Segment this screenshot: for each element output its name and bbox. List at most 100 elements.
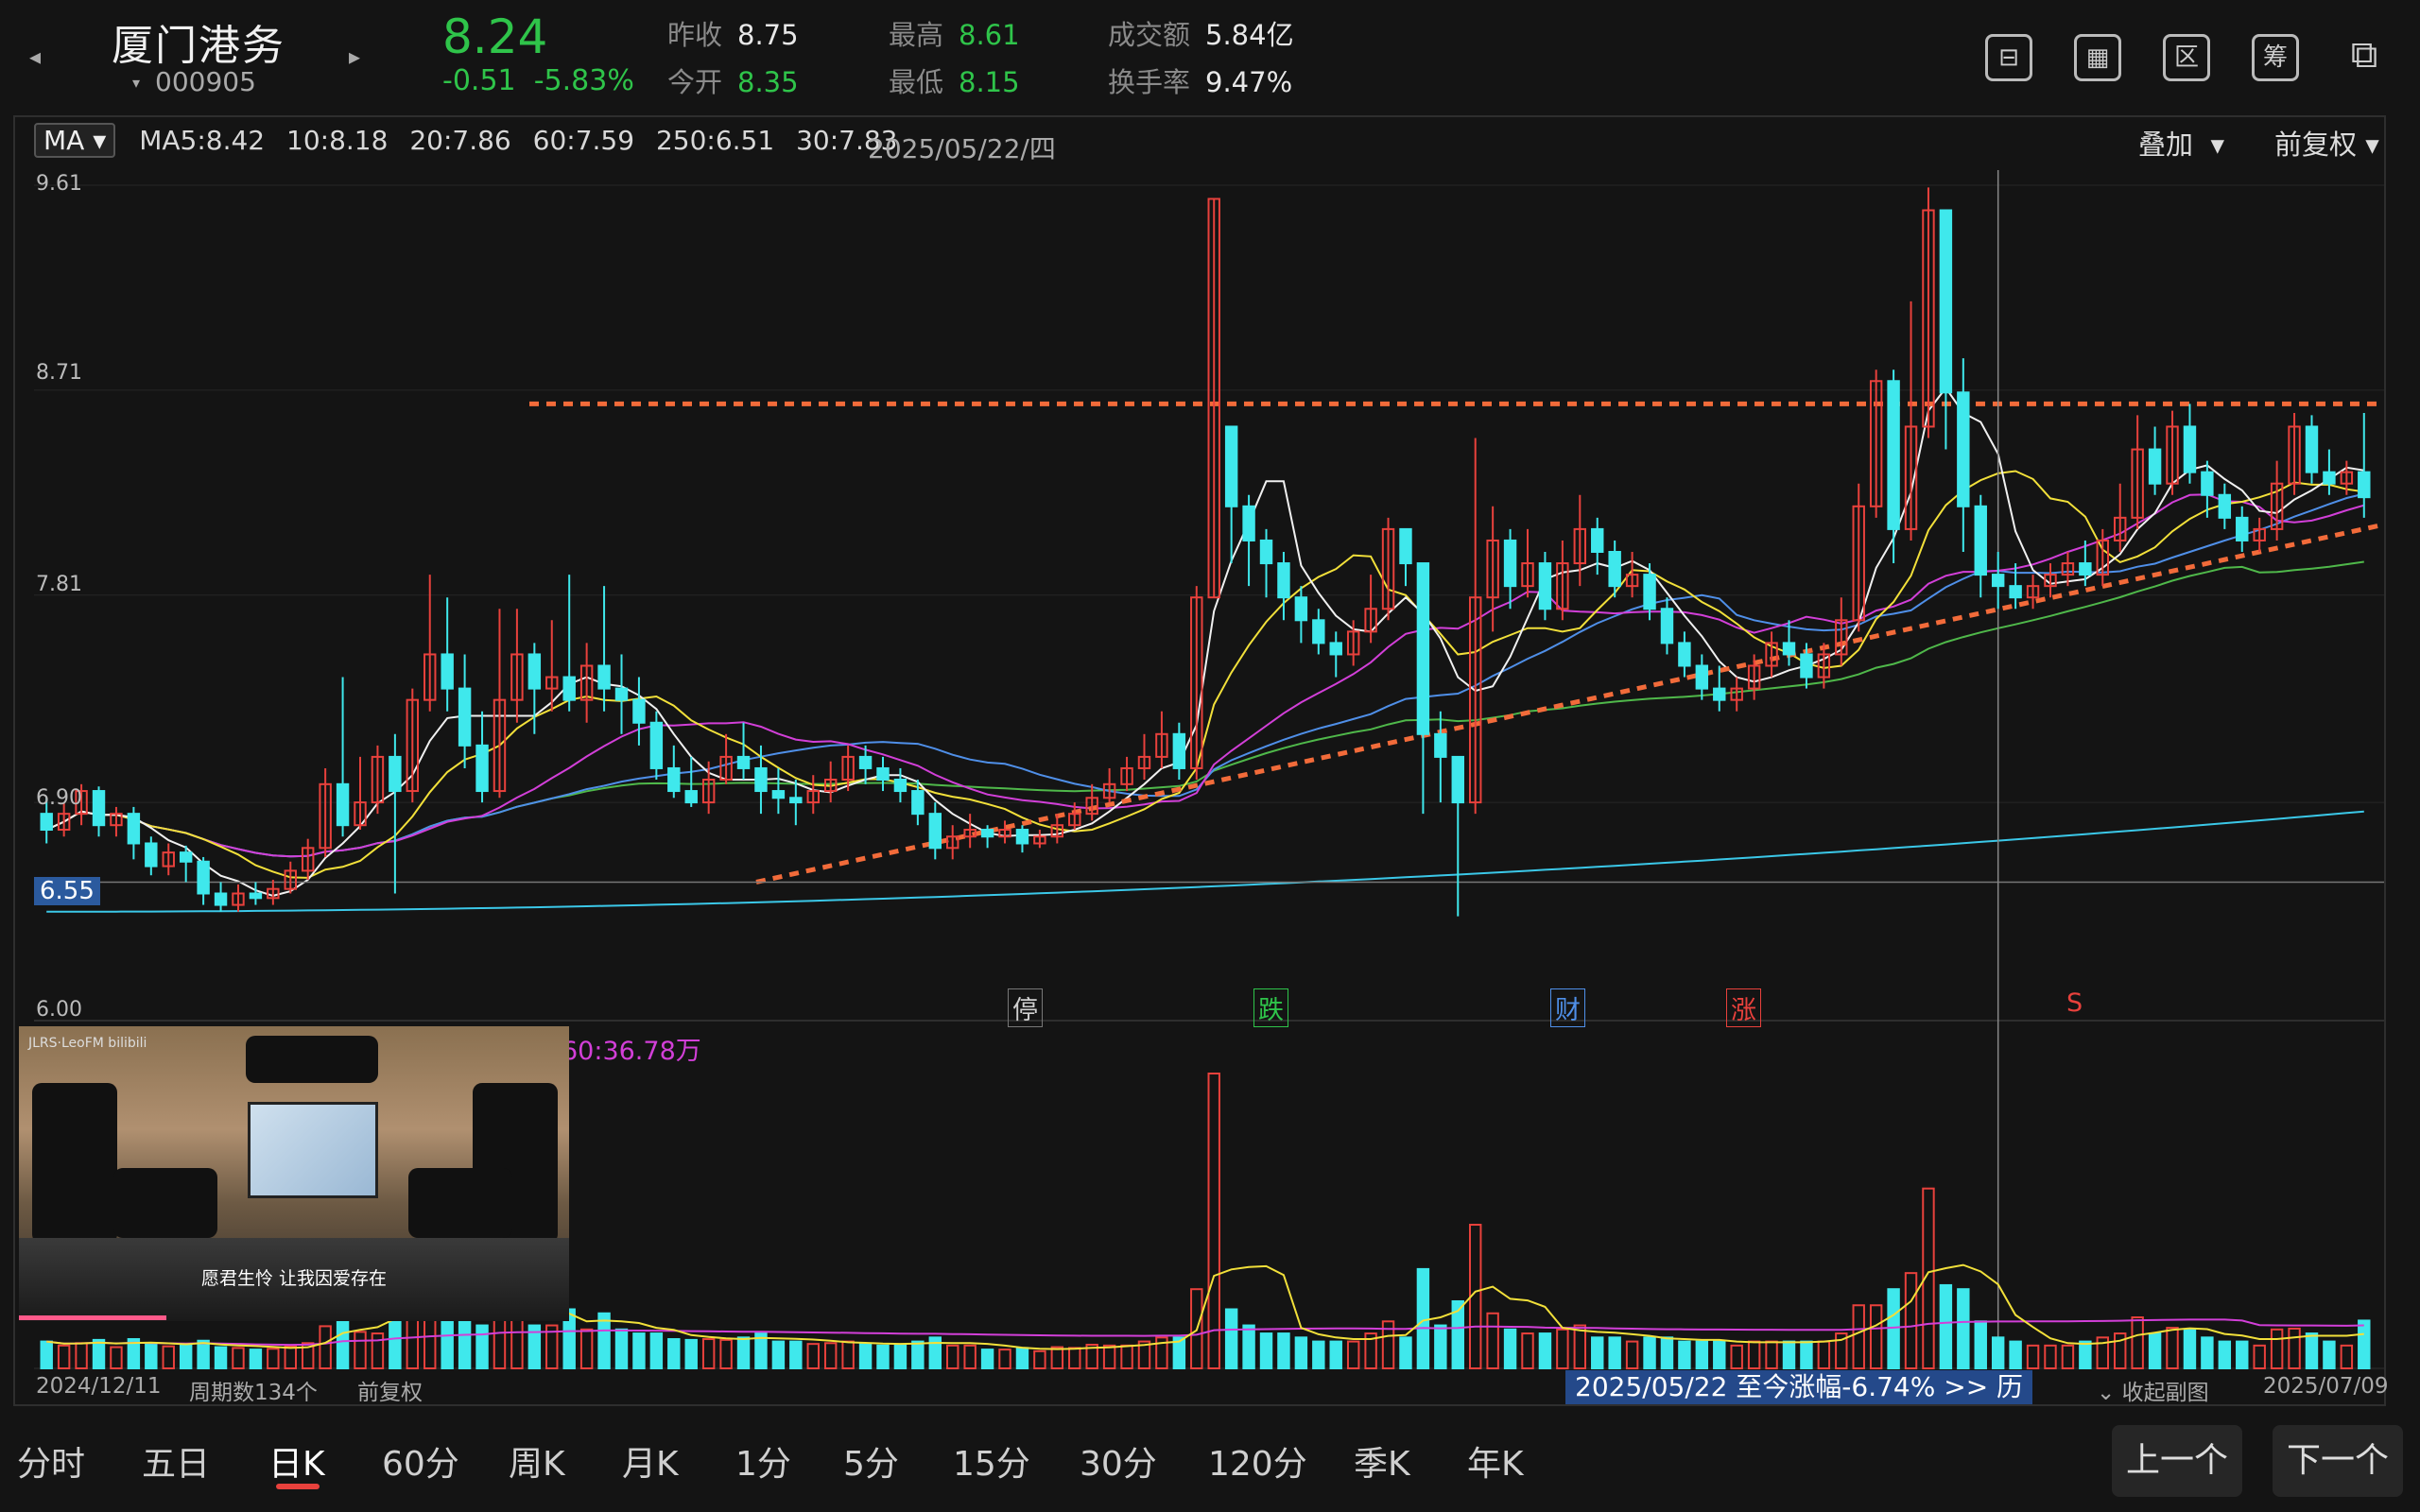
range-change-info[interactable]: 2025/05/22 至今涨幅-6.74% >> 历 [1565,1370,2033,1404]
tab-5min[interactable]: 5分 [843,1436,899,1486]
video-progress-bar[interactable] [19,1315,166,1320]
candle-body [928,813,942,850]
volume-bar [110,1346,123,1369]
candle-body [1294,596,1308,622]
video-monitor-right [408,1168,512,1238]
volume-bar [2148,1332,2162,1369]
candle-body [1974,505,1987,576]
volume-bar [40,1340,53,1370]
volume-bar [963,1344,977,1370]
candle-body [336,782,350,827]
video-speaker-left [32,1083,117,1244]
tab-15min[interactable]: 15分 [953,1436,1030,1486]
volume-bar [1503,1328,1517,1369]
candle-body [632,698,646,724]
adjust-dropdown[interactable]: 前复权 ▾ [2274,123,2379,163]
candle-body [1660,608,1674,644]
volume-bar [1887,1288,1900,1370]
candle-body [214,892,228,906]
volume-bar [1782,1340,1796,1370]
collapse-subchart-button[interactable]: ⌄ 收起副图 [2097,1374,2209,1406]
volume-bar [1713,1340,1726,1370]
candle-body [771,790,786,799]
candle-body [1695,664,1709,690]
floating-video[interactable]: JLRS·LeoFM bilibili 愿君生怜 让我因爱存在 [19,1026,569,1321]
volume-bar [736,1336,751,1369]
candle-body [1329,642,1342,656]
candle-body [2236,516,2249,541]
volume-bar [980,1349,994,1370]
candle-body [1713,687,1726,701]
volume-bar [614,1328,629,1369]
candle-body [1277,562,1290,599]
tab-quarterly-k[interactable]: 季K [1354,1436,1410,1486]
y-axis-label: 6.00 [36,998,82,1022]
tab-120min[interactable]: 120分 [1208,1436,1307,1486]
candle-body [667,766,681,793]
candle-body [1503,539,1517,588]
marker-sell[interactable]: S [2063,988,2086,1018]
volume-bar [1068,1347,1081,1369]
tab-60min[interactable]: 60分 [382,1436,459,1486]
ma-select-button[interactable]: MA ▾ [34,123,116,158]
volume-bar [2026,1344,2040,1370]
volume-bar [701,1338,716,1370]
candle-body [40,813,53,832]
candle-body [1782,642,1796,656]
volume-bar [2323,1340,2336,1370]
ma20-value: 20:7.86 [409,125,511,156]
volume-bar [1643,1336,1656,1369]
adjust-mode: 前复权 [357,1381,423,1405]
candle-body [649,721,664,769]
volume-bar [1695,1340,1709,1370]
marker-up[interactable]: 涨 [1726,988,1761,1027]
candle-body [441,653,454,690]
ma250-value: 250:6.51 [655,125,775,156]
tab-weekly-k[interactable]: 周K [509,1436,565,1486]
volume-bar [823,1342,838,1370]
candle-body [2358,471,2371,499]
candle-body [2305,425,2319,473]
volume-bar [2201,1336,2214,1369]
candle-body [145,842,158,868]
candle-body [2218,493,2232,519]
end-date: 2025/07/09 [2263,1374,2389,1399]
candle-body [179,851,193,863]
marker-finance[interactable]: 财 [1550,988,1585,1027]
next-button[interactable]: 下一个 [2273,1425,2403,1497]
candle-body [1957,391,1970,507]
candle-body [1312,619,1325,644]
volume-bar [57,1344,71,1370]
tab-intraday[interactable]: 分时 [17,1436,85,1486]
tab-daily-k[interactable]: 日K [268,1436,325,1486]
tab-30min[interactable]: 30分 [1080,1436,1157,1486]
volume-bar [649,1332,664,1369]
volume-bar [1538,1332,1552,1369]
tab-yearly-k[interactable]: 年K [1467,1436,1524,1486]
prev-button[interactable]: 上一个 [2112,1425,2242,1497]
overlay-button[interactable]: 叠加 ▾ [2138,123,2224,163]
marker-down[interactable]: 跌 [1253,988,1288,1027]
tab-five-day[interactable]: 五日 [142,1436,210,1486]
volume-bar [1765,1340,1778,1370]
tab-monthly-k[interactable]: 月K [622,1436,679,1486]
volume-bar [1904,1272,1918,1369]
volume-bar [876,1344,890,1370]
volume-bar [2358,1319,2371,1370]
marker-suspend[interactable]: 停 [1008,988,1043,1027]
volume-bar [2218,1340,2232,1370]
ma5-value: MA5:8.42 [139,125,266,156]
volume-bar [1852,1304,1865,1369]
volume-bar [1329,1340,1342,1370]
volume-bar [2131,1316,2144,1370]
active-tab-indicator [276,1484,320,1489]
volume-bar [1747,1340,1761,1370]
volume-bar [2270,1328,2284,1369]
volume-bar [2305,1332,2319,1369]
candle-body [527,653,542,690]
tab-1min[interactable]: 1分 [735,1436,791,1486]
volume-bar [684,1338,698,1369]
candle-body [2079,562,2092,576]
volume-bar [1207,1073,1220,1369]
crosshair-date: 2025/05/22/四 [868,133,1056,164]
